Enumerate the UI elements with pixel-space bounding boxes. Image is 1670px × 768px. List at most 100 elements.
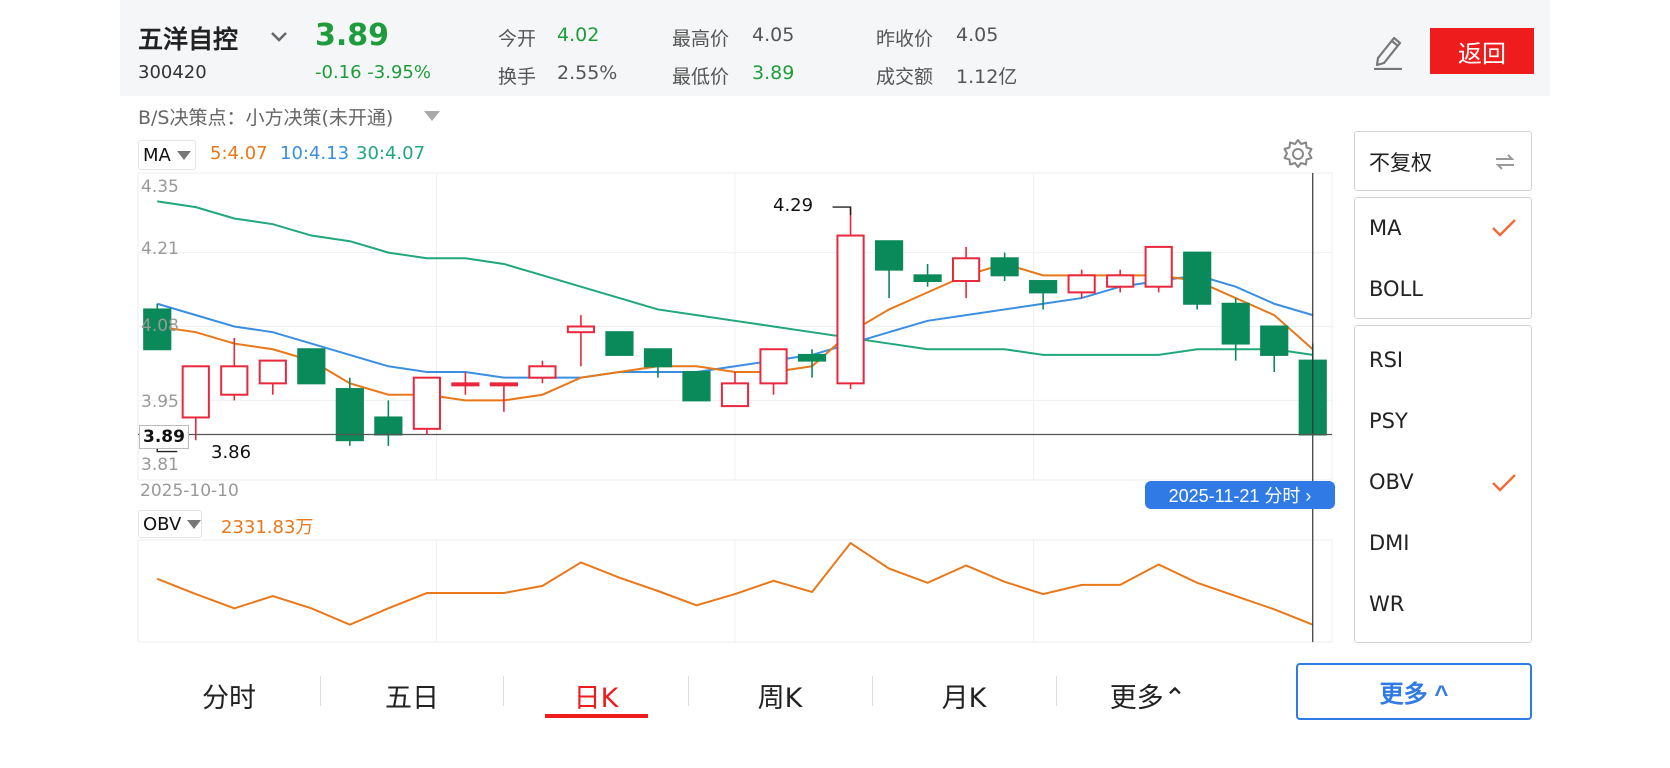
y-tick-label: 4.21: [141, 239, 179, 259]
current-price-tag: 3.89: [139, 425, 189, 449]
caret-down-icon: [176, 150, 191, 160]
candle-body: [1106, 274, 1135, 288]
y-tick-label: 3.81: [141, 455, 179, 475]
option-wr[interactable]: WR: [1369, 592, 1404, 616]
adjust-select[interactable]: 不复权: [1354, 131, 1532, 191]
more-indicators-button[interactable]: 更多 ^: [1296, 663, 1532, 720]
candle-body: [1144, 245, 1173, 288]
sub-indicator-select[interactable]: OBV: [138, 510, 202, 538]
option-psy[interactable]: PSY: [1369, 409, 1408, 433]
adjust-label: 不复权: [1369, 151, 1432, 175]
candle: [952, 246, 981, 299]
ma5-value: 5:4.07: [210, 143, 268, 164]
low-marker-label: 3.86: [211, 442, 252, 463]
chart-grid: [137, 172, 1333, 643]
candle-body: [528, 365, 557, 379]
candle: [1183, 251, 1212, 310]
candle-body: [1221, 302, 1250, 345]
high-marker-line: [832, 206, 852, 216]
candle-body: [412, 376, 441, 430]
candle-body: [220, 365, 249, 396]
swap-icon: [1495, 154, 1515, 170]
candle: [1260, 325, 1289, 372]
tab-monthly-k[interactable]: 月K: [904, 676, 1024, 715]
tab-daily-k[interactable]: 日K: [536, 676, 656, 715]
candle-body: [952, 257, 981, 283]
high-marker-label: 4.29: [773, 195, 814, 216]
option-dmi[interactable]: DMI: [1369, 531, 1409, 555]
sub-indicator-panel: RSI PSY OBV DMI WR: [1354, 325, 1532, 643]
candle-body: [990, 257, 1019, 277]
candle: [836, 207, 865, 390]
candle: [566, 315, 596, 367]
candle: [797, 349, 827, 378]
candle: [1144, 245, 1173, 293]
candle-body: [1067, 274, 1096, 294]
tab-separator: [503, 676, 504, 706]
candle-body: [874, 240, 904, 271]
tab-weekly-k[interactable]: 周K: [720, 676, 840, 715]
ma10-value: 10:4.13: [280, 143, 350, 164]
tab-intraday[interactable]: 分时: [169, 676, 289, 715]
y-tick-label: 4.08: [141, 316, 179, 336]
candle-body: [643, 348, 673, 368]
gear-icon[interactable]: [1282, 138, 1314, 170]
y-tick-label: 3.95: [141, 392, 179, 412]
caret-down-icon: [187, 519, 202, 529]
candle: [643, 348, 673, 378]
candle-body: [913, 274, 942, 283]
option-boll[interactable]: BOLL: [1369, 277, 1423, 301]
main-indicator-panel: MA BOLL: [1354, 197, 1532, 319]
candle: [1067, 269, 1096, 299]
y-tick-label: 4.35: [141, 177, 179, 197]
candle: [258, 359, 287, 395]
candle: [528, 360, 557, 384]
candle: [913, 263, 942, 287]
candle-body: [489, 382, 518, 387]
candle-body: [1260, 325, 1289, 356]
period-tabbar: 分时 五日 日K 周K 月K 更多⌃: [120, 660, 1260, 720]
cursor-date-intraday-button[interactable]: 2025-11-21 分时 ›: [1145, 481, 1335, 509]
obv-value: 2331.83万: [221, 517, 314, 538]
main-indicator-select[interactable]: MA: [138, 140, 196, 170]
candle-body: [374, 416, 403, 436]
tab-five-day[interactable]: 五日: [352, 676, 472, 715]
candle-body: [566, 325, 596, 334]
candle-body: [605, 331, 634, 356]
candle: [1221, 298, 1250, 361]
candle-body: [181, 365, 210, 419]
tab-more[interactable]: 更多⌃: [1088, 676, 1208, 715]
candle: [297, 348, 326, 385]
tab-separator: [872, 676, 873, 706]
ma30-value: 30:4.07: [356, 143, 426, 164]
candle: [220, 337, 249, 401]
candle: [759, 348, 788, 395]
tab-separator: [688, 676, 689, 706]
candle: [489, 382, 518, 412]
option-ma[interactable]: MA: [1369, 216, 1401, 240]
option-rsi[interactable]: RSI: [1369, 348, 1403, 372]
candle-body: [720, 382, 750, 408]
candle-body: [451, 382, 480, 387]
candle-body: [1029, 280, 1058, 294]
candle: [335, 377, 364, 446]
option-obv[interactable]: OBV: [1369, 470, 1414, 494]
candle: [412, 376, 441, 435]
candle: [682, 370, 711, 402]
candle-body: [836, 234, 865, 385]
candle: [374, 400, 403, 446]
start-date-label: 2025-10-10: [140, 481, 239, 501]
check-icon: [1492, 219, 1516, 237]
check-icon: [1492, 474, 1516, 492]
candle: [605, 331, 634, 356]
sub-indicator-name: OBV: [143, 513, 182, 535]
main-indicator-name: MA: [143, 144, 171, 166]
candle: [990, 252, 1019, 282]
candle-body: [335, 388, 364, 442]
candle: [720, 371, 750, 408]
active-tab-underline: [545, 714, 648, 718]
candle-body: [1183, 251, 1212, 305]
candle-body: [797, 353, 827, 362]
candle-body: [258, 359, 287, 385]
candle-body: [682, 370, 711, 402]
